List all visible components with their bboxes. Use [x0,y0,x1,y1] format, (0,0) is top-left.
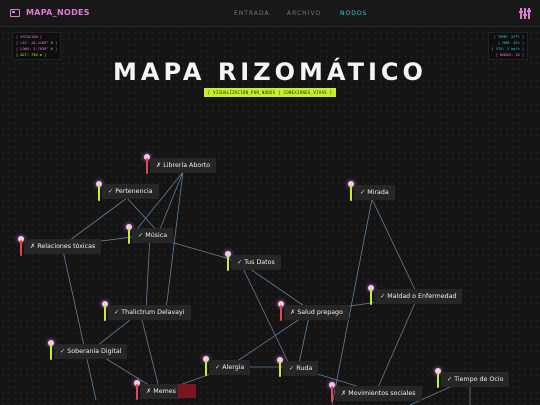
node-stem [146,158,148,174]
check-icon: ✓ [108,188,114,195]
check-icon: ✓ [289,365,295,372]
node-label: Salud prepago [297,309,343,316]
node-label: Mirada [367,189,389,196]
node-alergia[interactable]: ✓ Alergia [209,360,251,375]
node-stem [98,185,100,201]
cross-icon: ✗ [146,388,152,395]
node-maldad-o-enfermedad[interactable]: ✓ Maldad o Enfermedad [374,289,463,304]
cross-icon: ✗ [156,162,162,169]
check-icon: ✓ [447,376,453,383]
node-label: Soberanía Digital [67,348,122,355]
node-label: Tus Datos [244,259,275,266]
check-icon: ✓ [360,189,366,196]
node-label: Librería Aborto [163,162,211,169]
node-stem [104,305,106,321]
node-musica[interactable]: ✓ Música [132,228,174,243]
node-stem [370,289,372,305]
node-label: Música [145,232,168,239]
node-stem [136,384,138,400]
node-libreria-aborto[interactable]: ✗ Librería Aborto [150,158,217,173]
node-label: Tiempo de Ocio [454,376,504,383]
node-label: Maldad o Enfermedad [387,293,457,300]
node-stem [350,185,352,201]
node-label: Movimientos sociales [348,390,416,397]
node-label: Memes [153,388,176,395]
check-icon: ✓ [60,348,66,355]
check-icon: ✓ [138,232,144,239]
check-icon: ✓ [237,259,243,266]
node-stem [280,305,282,321]
node-label: Pertenencia [115,188,153,195]
check-icon: ✓ [114,309,120,316]
node-soberania-digital[interactable]: ✓ Soberanía Digital [54,344,128,359]
node-label: Alergia [222,364,245,371]
node-stem [20,240,22,256]
node-stem [331,386,333,402]
node-tus-datos[interactable]: ✓ Tus Datos [231,255,281,270]
node-mirada[interactable]: ✓ Mirada [354,185,395,200]
node-stem [128,228,130,244]
node-label: Ruda [296,365,313,372]
cross-icon: ✗ [30,243,36,250]
node-tiempo-de-ocio[interactable]: ✓ Tiempo de Ocio [441,372,510,387]
node-stem [50,344,52,360]
node-stem [227,255,229,271]
node-thalictrum-delavayi[interactable]: ✓ Thalictrum Delavayi [108,305,191,320]
node-memes[interactable]: ✗ Memes [140,384,182,399]
node-pertenencia[interactable]: ✓ Pertenencia [102,184,159,199]
node-label: Thalictrum Delavayi [121,309,185,316]
node-stem [205,360,207,376]
cross-icon: ✗ [290,309,296,316]
selection-marker [178,384,196,398]
node-ruda[interactable]: ✓ Ruda [283,361,319,376]
node-salud-prepago[interactable]: ✗ Salud prepago [284,305,349,320]
node-movimientos-sociales[interactable]: ✗ Movimientos sociales [335,386,422,401]
node-stem [437,372,439,388]
node-relaciones-toxicas[interactable]: ✗ Relaciones tóxicas [24,239,102,254]
cross-icon: ✗ [341,390,347,397]
check-icon: ✓ [380,293,386,300]
check-icon: ✓ [215,364,221,371]
node-label: Relaciones tóxicas [37,243,96,250]
node-stem [279,361,281,377]
